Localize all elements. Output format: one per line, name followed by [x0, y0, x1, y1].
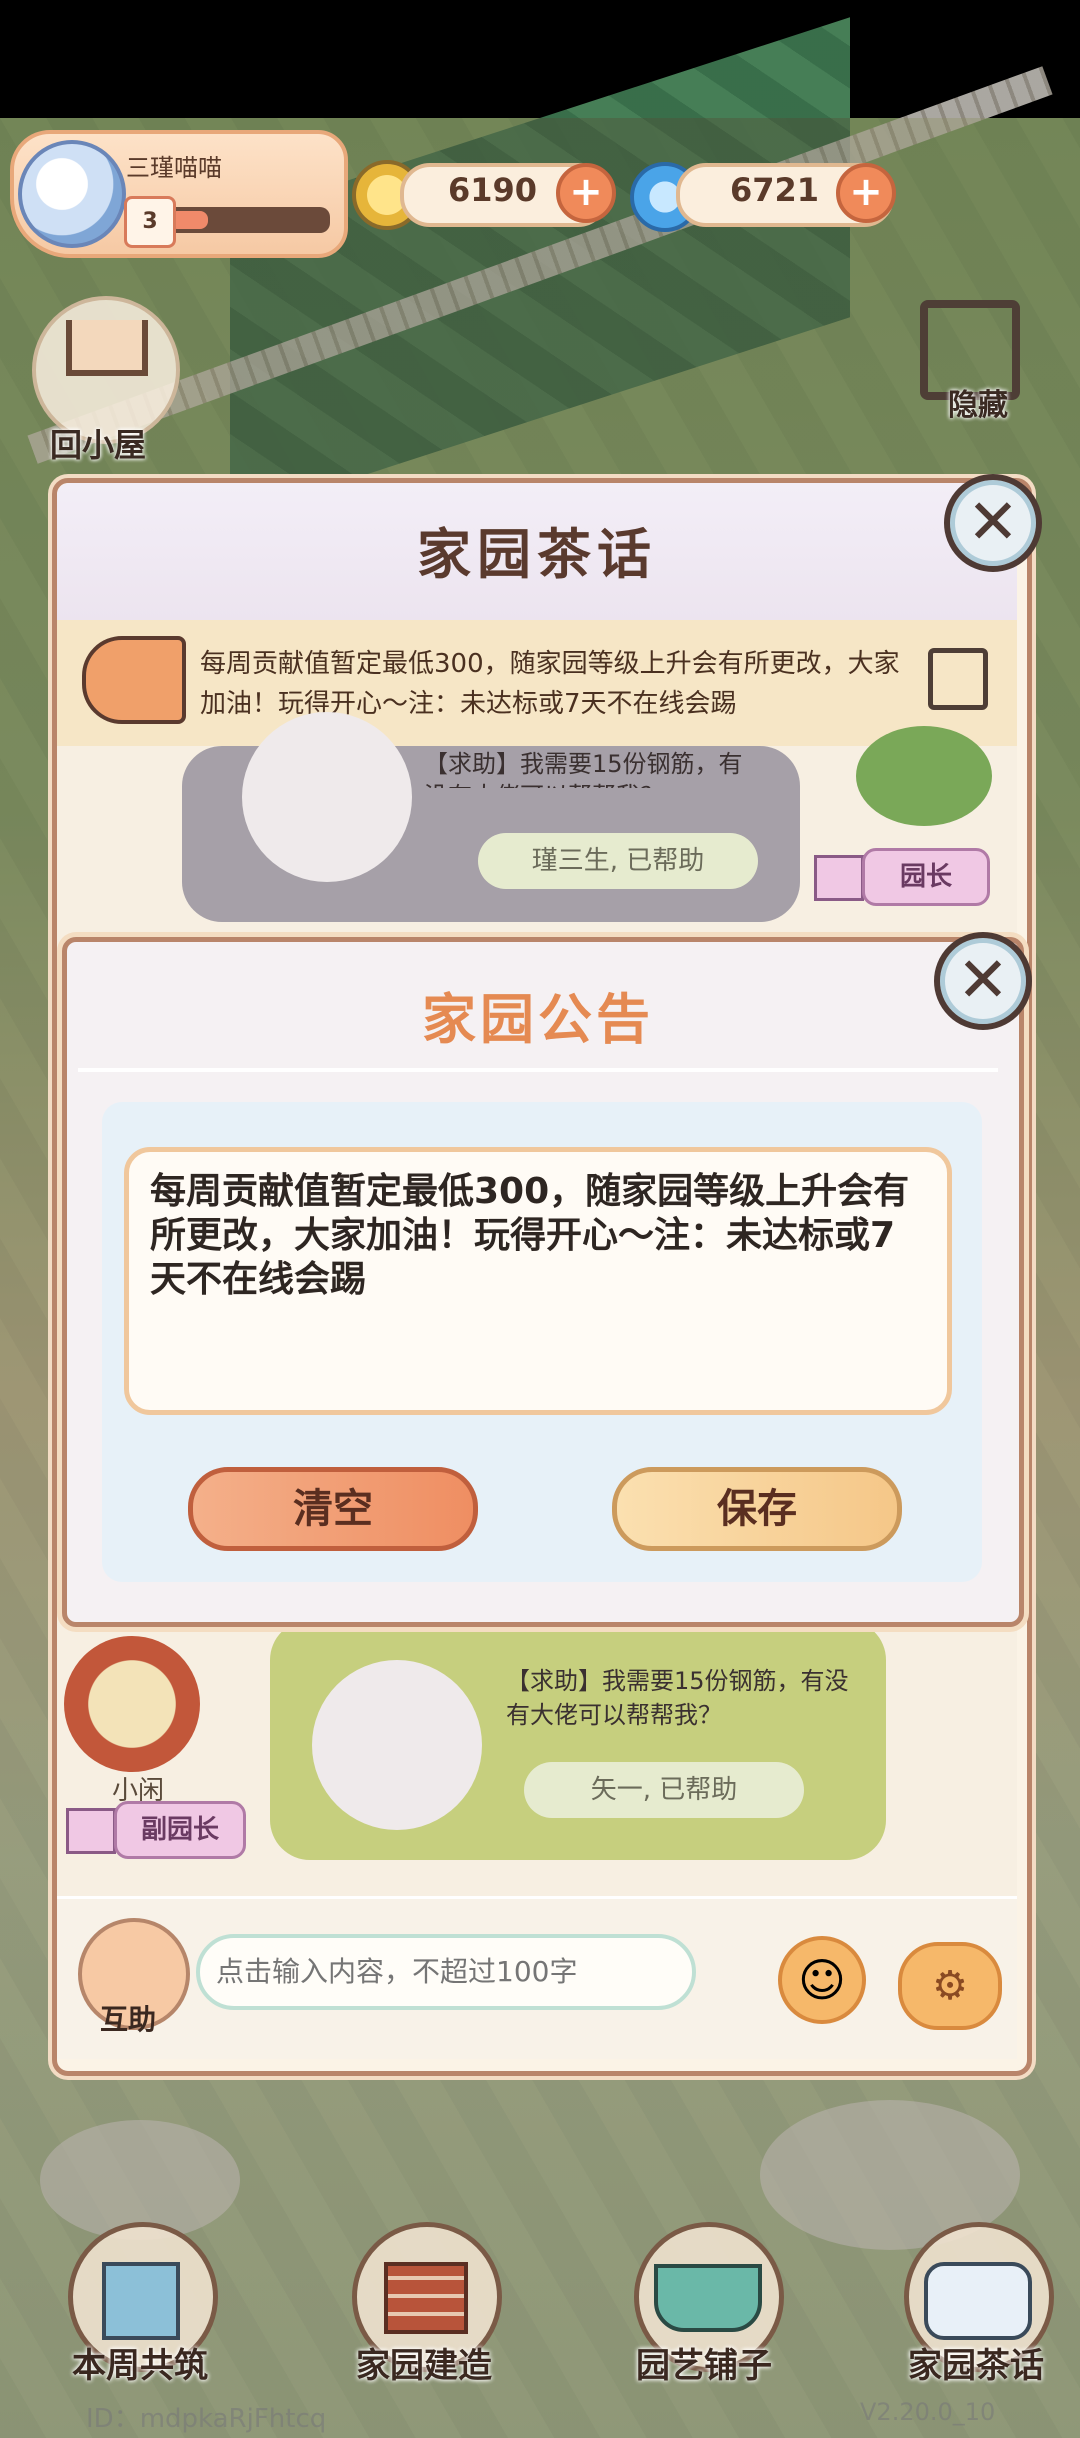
planter-icon	[654, 2264, 762, 2332]
user-avatar[interactable]	[64, 1636, 200, 1772]
title-divider	[78, 1068, 998, 1072]
currency1-value: 6190	[448, 171, 538, 209]
add-currency2-button[interactable]: +	[836, 163, 896, 223]
role-badge: 园长	[862, 848, 990, 906]
hide-ui-label[interactable]: 隐藏	[948, 380, 1008, 424]
helped-status: 瑾三生, 已帮助	[478, 833, 758, 889]
role-badge: 副园长	[114, 1801, 246, 1859]
chat-message-text: 【求助】我需要15份钢筋，有没有大佬可以帮帮我？	[506, 1667, 849, 1729]
save-button[interactable]: 保存	[612, 1467, 902, 1551]
assist-label: 互助	[100, 2003, 157, 2036]
edit-notice-icon[interactable]	[928, 648, 988, 710]
notice-text: 每周贡献值暂定最低300，随家园等级上升会有所更改，大家加油！玩得开心～注：未达…	[200, 649, 900, 719]
building-icon	[102, 2262, 180, 2340]
megaphone-icon	[82, 636, 186, 724]
chat-input[interactable]	[196, 1934, 696, 2010]
user-avatar[interactable]	[856, 726, 992, 826]
brick-icon	[384, 2262, 468, 2334]
chat-bubbles-icon	[924, 2262, 1032, 2340]
tea-talk-title: 家园茶话	[417, 523, 657, 586]
steel-bar-icon	[242, 712, 412, 882]
announcement-title: 家园公告	[422, 988, 654, 1051]
helped-status: 矢一, 已帮助	[524, 1762, 804, 1818]
clear-button[interactable]: 清空	[188, 1467, 478, 1551]
chat-message-text: 【求助】我需要15份钢筋，有没有大佬可以帮帮我？	[424, 750, 743, 788]
crown-house-icon	[814, 855, 864, 901]
emoji-button[interactable]: ☺	[778, 1936, 866, 2024]
crown-house-icon	[66, 1808, 116, 1854]
level-badge: 3	[124, 196, 176, 248]
player-name: 三瑾喵喵	[126, 154, 222, 182]
nav-tea-talk-label: 家园茶话	[908, 2346, 1044, 2386]
nav-home-build-label: 家园建造	[356, 2346, 492, 2386]
nav-weekly-build-label: 本周共筑	[72, 2346, 208, 2386]
chat-settings-icon[interactable]: ⚙	[898, 1942, 1002, 2030]
home-button-label: 回小屋	[50, 426, 147, 464]
house-icon	[66, 320, 148, 376]
announcement-text[interactable]: 每周贡献值暂定最低300，随家园等级上升会有所更改，大家加油！玩得开心～注：未达…	[150, 1170, 920, 1302]
steel-bar-icon	[312, 1660, 482, 1830]
currency2-value: 6721	[730, 171, 820, 209]
nav-garden-shop-label: 园艺铺子	[636, 2346, 772, 2386]
player-id: ID：mdpkaRjFhtcq	[86, 2404, 327, 2434]
add-currency1-button[interactable]: +	[556, 163, 616, 223]
player-avatar[interactable]	[18, 140, 126, 248]
close-tea-talk-button[interactable]: ✕	[944, 474, 1042, 572]
version-text: V2.20.0_10	[860, 2398, 996, 2426]
